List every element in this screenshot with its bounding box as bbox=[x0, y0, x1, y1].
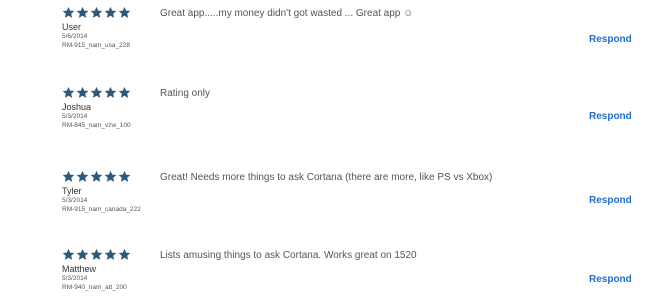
star-icon bbox=[90, 86, 103, 99]
reviewer-name: Tyler bbox=[62, 186, 82, 196]
review-item: Matthew 5/3/2014 RM-940_nam_att_200 List… bbox=[0, 242, 661, 300]
review-text: Rating only bbox=[160, 88, 211, 99]
respond-button[interactable]: Respond bbox=[589, 195, 632, 207]
review-date: 5/3/2014 bbox=[62, 113, 88, 120]
review-text: Great! Needs more things to ask Cortana … bbox=[160, 172, 493, 183]
review-text: Lists amusing things to ask Cortana. Wor… bbox=[160, 250, 417, 261]
star-rating bbox=[62, 170, 172, 186]
star-icon bbox=[76, 170, 89, 183]
reviewer-name: User bbox=[62, 22, 82, 32]
star-icon bbox=[62, 248, 75, 261]
star-rating bbox=[62, 86, 172, 102]
review-item: Tyler 5/3/2014 RM-915_nam_canada_222 Gre… bbox=[0, 164, 661, 234]
respond-button[interactable]: Respond bbox=[589, 274, 632, 286]
review-device: RM-940_nam_att_200 bbox=[62, 284, 127, 291]
star-icon bbox=[104, 86, 117, 99]
star-rating bbox=[62, 248, 172, 264]
review-date: 5/3/2014 bbox=[62, 197, 88, 204]
review-item: Joshua 5/3/2014 RM-845_nam_vzw_100 Ratin… bbox=[0, 80, 661, 150]
review-device: RM-845_nam_vzw_100 bbox=[62, 122, 131, 129]
review-meta: Joshua 5/3/2014 RM-845_nam_vzw_100 bbox=[62, 80, 172, 130]
star-icon bbox=[104, 170, 117, 183]
star-rating bbox=[62, 6, 172, 22]
review-device: RM-915_nam_usa_228 bbox=[62, 42, 130, 49]
review-meta: User 5/6/2014 RM-915_nam_usa_228 bbox=[62, 0, 172, 50]
respond-button[interactable]: Respond bbox=[589, 111, 632, 123]
review-meta: Tyler 5/3/2014 RM-915_nam_canada_222 bbox=[62, 164, 172, 214]
reviewer-name: Joshua bbox=[62, 102, 92, 112]
star-icon bbox=[90, 6, 103, 19]
star-icon bbox=[62, 6, 75, 19]
star-icon bbox=[76, 6, 89, 19]
star-icon bbox=[76, 86, 89, 99]
review-meta: Matthew 5/3/2014 RM-940_nam_att_200 bbox=[62, 242, 172, 292]
star-icon bbox=[118, 6, 131, 19]
review-item: User 5/6/2014 RM-915_nam_usa_228 Great a… bbox=[0, 0, 661, 70]
star-icon bbox=[104, 6, 117, 19]
review-date: 5/6/2014 bbox=[62, 33, 88, 40]
star-icon bbox=[118, 248, 131, 261]
reviews-list: User 5/6/2014 RM-915_nam_usa_228 Great a… bbox=[0, 0, 661, 300]
respond-button[interactable]: Respond bbox=[589, 34, 632, 46]
star-icon bbox=[90, 170, 103, 183]
review-text: Great app.....my money didn't got wasted… bbox=[160, 8, 414, 19]
review-date: 5/3/2014 bbox=[62, 275, 88, 282]
reviewer-name: Matthew bbox=[62, 264, 97, 274]
star-icon bbox=[118, 170, 131, 183]
star-icon bbox=[104, 248, 117, 261]
star-icon bbox=[62, 170, 75, 183]
star-icon bbox=[62, 86, 75, 99]
star-icon bbox=[118, 86, 131, 99]
review-device: RM-915_nam_canada_222 bbox=[62, 206, 141, 213]
star-icon bbox=[90, 248, 103, 261]
star-icon bbox=[76, 248, 89, 261]
